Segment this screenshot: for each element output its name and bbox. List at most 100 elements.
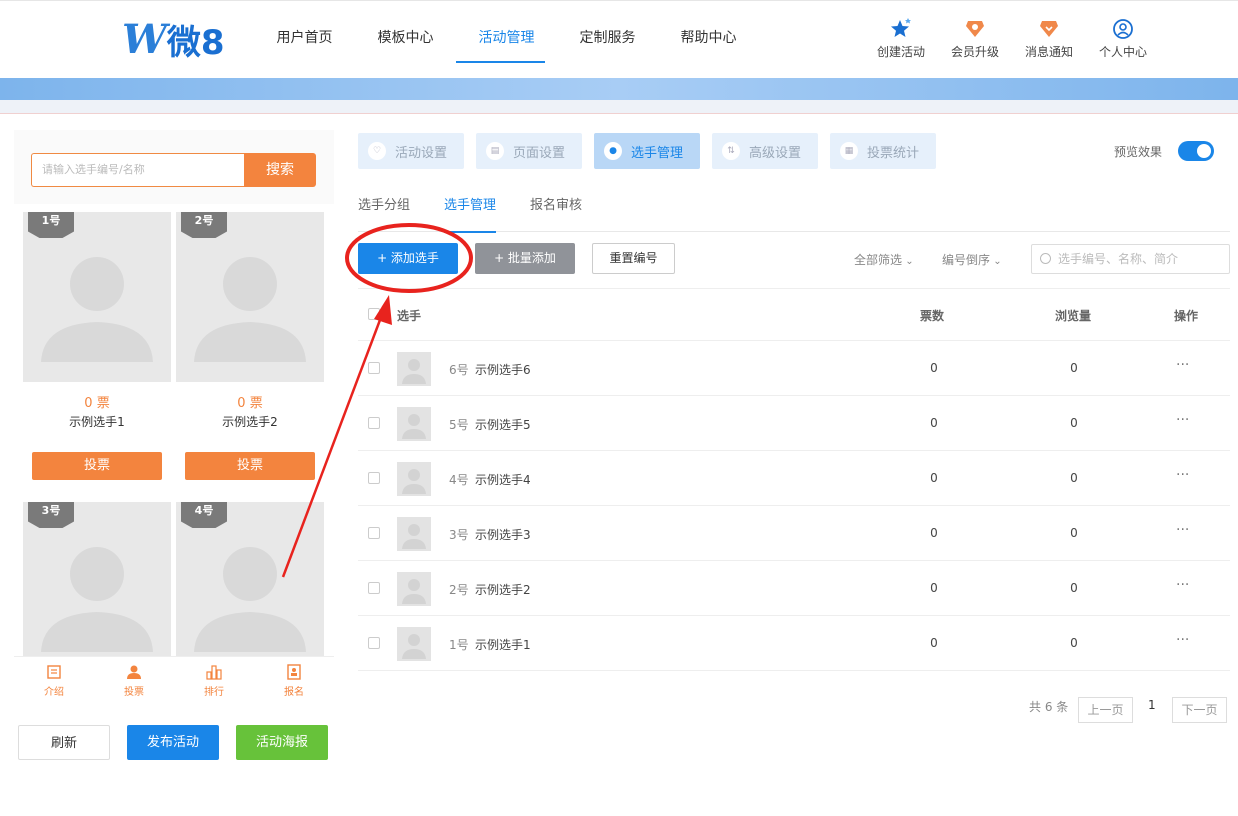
view-count: 0 — [1070, 416, 1078, 430]
row-checkbox[interactable] — [368, 417, 380, 429]
table-row: 4号 示例选手4 0 0 ··· — [358, 451, 1230, 506]
search-placeholder: 选手编号、名称、简介 — [1058, 252, 1179, 266]
nav-home[interactable]: 用户首页 — [254, 1, 355, 63]
avatar — [397, 352, 431, 386]
batch-add-button[interactable]: + 批量添加 — [475, 243, 575, 274]
bottom-tab-signup[interactable]: 报名 — [254, 657, 334, 700]
contestant-name: 示例选手4 — [475, 473, 531, 487]
subtab-contestant-groups[interactable]: 选手分组 — [358, 192, 410, 232]
contestant-name: 示例选手2 — [222, 415, 278, 429]
col-votes: 票数 — [920, 309, 945, 323]
tab-label: 投票统计 — [867, 145, 920, 161]
header-actions: 创建活动 会员升级 消息通知 个人中心 — [864, 17, 1160, 60]
person-icon — [94, 661, 174, 683]
preview-effect-label: 预览效果 — [1114, 145, 1163, 159]
reset-numbering-button[interactable]: 重置编号 — [592, 243, 675, 274]
more-actions-icon[interactable]: ··· — [1176, 522, 1189, 538]
contestant-votes: 0 票 — [237, 396, 263, 411]
activity-poster-button[interactable]: 活动海报 — [236, 725, 328, 760]
contestant-number-tag: 4号 — [181, 502, 227, 528]
contestant-name: 示例选手5 — [475, 418, 531, 432]
banner-shadow — [0, 100, 1238, 114]
avatar — [397, 572, 431, 606]
rank-icon — [174, 661, 254, 683]
create-activity-link[interactable]: 创建活动 — [864, 17, 938, 60]
logo-w: W — [122, 15, 167, 63]
contestant-number: 6号 — [449, 363, 469, 377]
member-upgrade-link[interactable]: 会员升级 — [938, 17, 1012, 60]
select-all-checkbox[interactable] — [368, 308, 380, 320]
vote-button[interactable]: 投票 — [185, 452, 315, 480]
message-notify-link[interactable]: 消息通知 — [1012, 17, 1086, 60]
tab-vote-statistics[interactable]: ▦ 投票统计 — [830, 133, 936, 169]
tab-contestant-management[interactable]: ● 选手管理 — [594, 133, 700, 169]
contestant-photo[interactable]: 1号 — [23, 212, 171, 382]
contestant-search-input[interactable]: 选手编号、名称、简介 — [1031, 244, 1230, 274]
nav-templates[interactable]: 模板中心 — [355, 1, 456, 63]
preview-search-input[interactable]: 请输入选手编号/名称 — [31, 153, 245, 187]
contestant-number-tag: 2号 — [181, 212, 227, 238]
row-checkbox[interactable] — [368, 582, 380, 594]
subtab-signup-review[interactable]: 报名审核 — [530, 192, 582, 232]
row-checkbox[interactable] — [368, 472, 380, 484]
sub-tabs: 选手分组 选手管理 报名审核 — [358, 192, 1230, 233]
intro-icon — [14, 661, 94, 683]
message-badge-icon — [1012, 17, 1086, 41]
tab-advanced-settings[interactable]: ⇅ 高级设置 — [712, 133, 818, 169]
personal-center-link[interactable]: 个人中心 — [1086, 17, 1160, 60]
contestant-photo[interactable]: 4号 — [176, 502, 324, 672]
contestant-number-tag: 1号 — [28, 212, 74, 238]
col-views: 浏览量 — [1055, 309, 1092, 323]
preview-search-button[interactable]: 搜索 — [244, 153, 316, 187]
preview-effect-toggle[interactable] — [1178, 141, 1214, 161]
contestant-name: 示例选手2 — [475, 583, 531, 597]
banner-strip — [0, 78, 1238, 100]
more-actions-icon[interactable]: ··· — [1176, 577, 1189, 593]
contestant-number: 5号 — [449, 418, 469, 432]
vote-count: 0 — [930, 526, 938, 540]
logo[interactable]: W 微8 — [122, 16, 225, 63]
filter-dropdown[interactable]: 全部筛选 — [854, 251, 914, 268]
contestant-photo[interactable]: 2号 — [176, 212, 324, 382]
vote-count: 0 — [930, 581, 938, 595]
row-checkbox[interactable] — [368, 527, 380, 539]
message-notify-label: 消息通知 — [1024, 45, 1073, 59]
person-icon: ● — [604, 142, 622, 160]
contestant-card: 1号 0 票 示例选手1 投票 — [23, 212, 171, 480]
tab-activity-settings[interactable]: ♡ 活动设置 — [358, 133, 464, 169]
tab-label: 页面设置 — [513, 145, 566, 161]
publish-activity-button[interactable]: 发布活动 — [127, 725, 219, 760]
bottom-tab-rank[interactable]: 排行 — [174, 657, 254, 700]
more-actions-icon[interactable]: ··· — [1176, 412, 1189, 428]
bottom-tab-label: 排行 — [204, 687, 224, 698]
sort-dropdown[interactable]: 编号倒序 — [942, 251, 1002, 268]
prev-page-button[interactable]: 上一页 — [1078, 697, 1133, 723]
vote-button[interactable]: 投票 — [32, 452, 162, 480]
more-actions-icon[interactable]: ··· — [1176, 467, 1189, 483]
next-page-button[interactable]: 下一页 — [1172, 697, 1227, 723]
nav-custom-service[interactable]: 定制服务 — [557, 1, 658, 63]
view-count: 0 — [1070, 526, 1078, 540]
table-header: 选手 票数 浏览量 操作 — [358, 289, 1230, 341]
col-actions: 操作 — [1174, 309, 1199, 323]
row-checkbox[interactable] — [368, 637, 380, 649]
user-icon — [1086, 17, 1160, 41]
refresh-button[interactable]: 刷新 — [18, 725, 110, 760]
subtab-contestant-management[interactable]: 选手管理 — [444, 192, 497, 233]
more-actions-icon[interactable]: ··· — [1176, 357, 1189, 373]
tab-page-settings[interactable]: ▤ 页面设置 — [476, 133, 582, 169]
add-contestant-button[interactable]: + 添加选手 — [358, 243, 458, 274]
more-actions-icon[interactable]: ··· — [1176, 632, 1189, 648]
bottom-tab-intro[interactable]: 介绍 — [14, 657, 94, 700]
nav-help[interactable]: 帮助中心 — [658, 1, 759, 63]
star-icon — [864, 17, 938, 41]
contestant-photo[interactable]: 3号 — [23, 502, 171, 672]
bottom-tab-vote[interactable]: 投票 — [94, 657, 174, 700]
row-checkbox[interactable] — [368, 362, 380, 374]
contestant-number: 2号 — [449, 583, 469, 597]
mobile-preview: 请输入选手编号/名称 搜索 1号 0 票 示例选手1 投票 2号 0 票 示例选… — [14, 130, 334, 700]
nav-activity-management[interactable]: 活动管理 — [456, 1, 557, 63]
preview-search-bar: 请输入选手编号/名称 搜索 — [14, 130, 334, 204]
current-page[interactable]: 1 — [1148, 698, 1156, 712]
contestant-card: 4号 — [176, 502, 324, 672]
